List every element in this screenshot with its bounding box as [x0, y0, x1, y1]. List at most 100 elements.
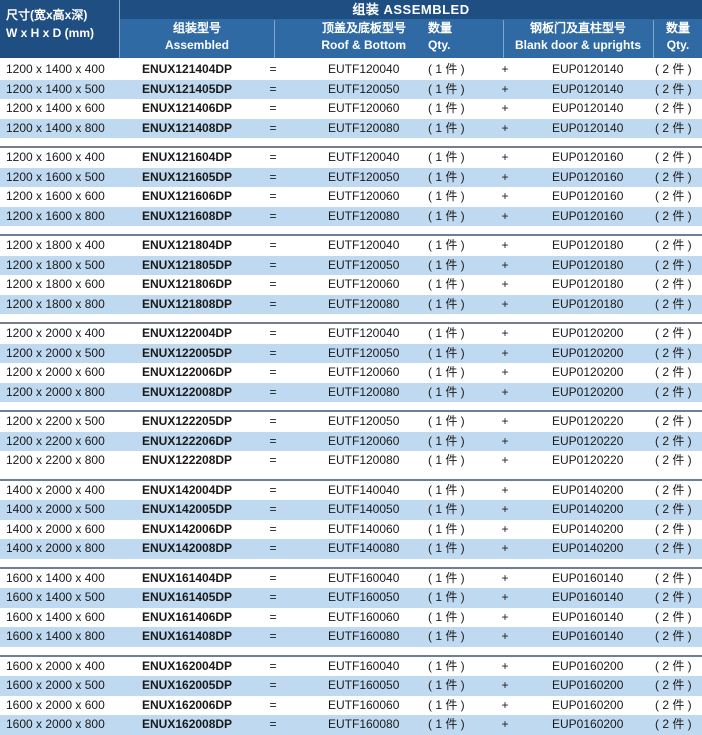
roof-bottom-cell: EUTF120040: [328, 62, 400, 76]
header-roof-cell: 顶盖及底板型号 Roof & Bottom: [275, 20, 409, 58]
table-row: 1200 x 1400 x 400 ENUX121404DP = EUTF120040…: [0, 60, 702, 80]
model-cell: ENUX122006DP: [142, 365, 233, 379]
qty-blank-cell: ( 2 件 ): [655, 326, 692, 340]
blank-door-cell: EUP0140200: [552, 521, 624, 536]
qty-roof-cell: ( 1 件 ): [428, 717, 465, 731]
equals-sign: =: [269, 257, 277, 272]
size-cell: 1400 x 2000 x 400: [6, 482, 105, 497]
qty-roof-cell: ( 1 件 ): [428, 541, 465, 555]
roof-bottom-cell: EUTF120050: [328, 414, 400, 428]
model-cell: ENUX121604DP: [142, 150, 233, 164]
equals-sign: =: [269, 521, 277, 536]
size-cell: 1200 x 2000 x 800: [6, 384, 105, 399]
model-cell: ENUX161408DP: [120, 627, 266, 647]
qty-roof-cell: ( 1 件 ): [428, 345, 465, 360]
plus-sign: +: [501, 365, 509, 379]
equals-sign: =: [269, 208, 277, 223]
qty-roof-cell: ( 1 件 ): [428, 384, 465, 399]
blank-door-cell: EUP0120160: [552, 208, 624, 223]
roof-bottom-cell: EUTF120080: [328, 384, 400, 399]
table-row: 1600 x 2000 x 500 ENUX162005DP = EUTF160050…: [0, 676, 702, 696]
table-row: 1400 x 2000 x 600 ENUX142006DP = EUTF140060…: [0, 520, 702, 540]
qty-blank-cell: ( 2 件 ): [655, 62, 692, 76]
equals-sign: =: [269, 169, 277, 184]
roof-bottom-cell: EUTF120040: [328, 238, 400, 252]
model-cell: ENUX161405DP: [120, 588, 266, 608]
qty-blank-cell: ( 2 件 ): [655, 541, 692, 555]
blank-door-cell: EUP0120140: [552, 62, 624, 76]
qty-roof-cell: ( 1 件 ): [428, 326, 465, 340]
qty-roof-cell: ( 1 件 ): [428, 169, 465, 184]
equals-sign: =: [269, 414, 277, 428]
equals-sign: =: [269, 189, 277, 203]
table-row: 1200 x 1600 x 400 ENUX121604DP = EUTF120040…: [0, 148, 702, 168]
plus-sign: +: [501, 257, 509, 272]
roof-bottom-cell: EUTF160050: [328, 678, 400, 692]
header-model-cell: 组装型号 Assembled: [120, 20, 274, 58]
equals-sign: =: [269, 101, 277, 115]
qty-roof-cell: ( 1 件 ): [428, 257, 465, 272]
roof-bottom-cell: EUTF120080: [328, 296, 400, 311]
roof-bottom-cell: EUTF120060: [328, 433, 400, 448]
roof-bottom-cell: EUTF120050: [328, 169, 400, 184]
roof-bottom-cell: EUTF160060: [328, 609, 400, 624]
blank-door-cell: EUP0120140: [552, 81, 624, 96]
equals-sign: =: [269, 570, 277, 585]
qty-blank-cell: ( 2 件 ): [655, 169, 692, 184]
qty-blank-cell: ( 2 件 ): [655, 208, 692, 223]
equals-sign: =: [269, 678, 277, 692]
equals-sign: =: [269, 433, 277, 448]
plus-sign: +: [501, 433, 509, 448]
size-cell: 1200 x 1800 x 500: [6, 257, 105, 272]
model-cell: ENUX121805DP: [120, 255, 266, 275]
table-row: 1200 x 2000 x 800 ENUX122008DP = EUTF120080…: [0, 382, 702, 402]
size-cell: 1400 x 2000 x 600: [6, 521, 105, 536]
qty-blank-cell: ( 2 件 ): [655, 521, 692, 536]
plus-sign: +: [501, 414, 509, 428]
roof-bottom-cell: EUTF120080: [328, 453, 400, 467]
row-group: 1600 x 2000 x 400 ENUX162004DP = EUTF160040…: [0, 654, 702, 735]
qty-blank-cell: ( 2 件 ): [655, 384, 692, 399]
blank-door-cell: EUP0120220: [552, 414, 624, 428]
size-cell: 1600 x 2000 x 400: [6, 658, 105, 673]
table-row: 1400 x 2000 x 800 ENUX142008DP = EUTF140080…: [0, 539, 702, 559]
plus-sign: +: [501, 384, 509, 399]
blank-door-cell: EUP0120220: [552, 453, 624, 467]
model-cell: ENUX122208DP: [142, 453, 233, 467]
header-qty2-en: Qty.: [666, 38, 690, 52]
size-cell: 1200 x 2000 x 500: [6, 345, 105, 360]
blank-door-cell: EUP0120200: [552, 384, 624, 399]
roof-bottom-cell: EUTF120060: [328, 189, 400, 203]
row-group: 1200 x 2200 x 500 ENUX122205DP = EUTF120050…: [0, 410, 702, 471]
equals-sign: =: [269, 62, 277, 76]
size-cell: 1600 x 2000 x 600: [6, 697, 105, 712]
equals-sign: =: [269, 365, 277, 379]
header-size-en: W x H x D (mm): [6, 26, 95, 40]
size-cell: 1200 x 2000 x 600: [6, 365, 105, 379]
blank-door-cell: EUP0120200: [552, 326, 624, 340]
roof-bottom-cell: EUTF160080: [328, 717, 400, 731]
qty-blank-cell: ( 2 件 ): [655, 453, 692, 467]
equals-sign: =: [269, 238, 277, 252]
plus-sign: +: [501, 208, 509, 223]
model-cell: ENUX121405DP: [120, 79, 266, 99]
roof-bottom-cell: EUTF160060: [328, 697, 400, 712]
size-cell: 1200 x 2200 x 500: [6, 414, 105, 428]
roof-bottom-cell: EUTF160040: [328, 658, 400, 673]
size-cell: 1200 x 1600 x 600: [6, 189, 105, 203]
blank-door-cell: EUP0120200: [552, 345, 624, 360]
equals-sign: =: [269, 502, 277, 516]
roof-bottom-cell: EUTF160080: [328, 629, 400, 643]
qty-roof-cell: ( 1 件 ): [428, 208, 465, 223]
size-cell: 1200 x 1800 x 400: [6, 238, 105, 252]
plus-sign: +: [501, 629, 509, 643]
qty-blank-cell: ( 2 件 ): [655, 81, 692, 96]
qty-blank-cell: ( 2 件 ): [655, 629, 692, 643]
qty-blank-cell: ( 2 件 ): [655, 101, 692, 115]
model-cell: ENUX122205DP: [142, 414, 233, 428]
roof-bottom-cell: EUTF120040: [328, 326, 400, 340]
equals-sign: =: [269, 717, 277, 731]
qty-roof-cell: ( 1 件 ): [428, 502, 465, 516]
qty-roof-cell: ( 1 件 ): [428, 296, 465, 311]
header-blank-zh: 钢板门及直柱型号: [529, 21, 626, 35]
